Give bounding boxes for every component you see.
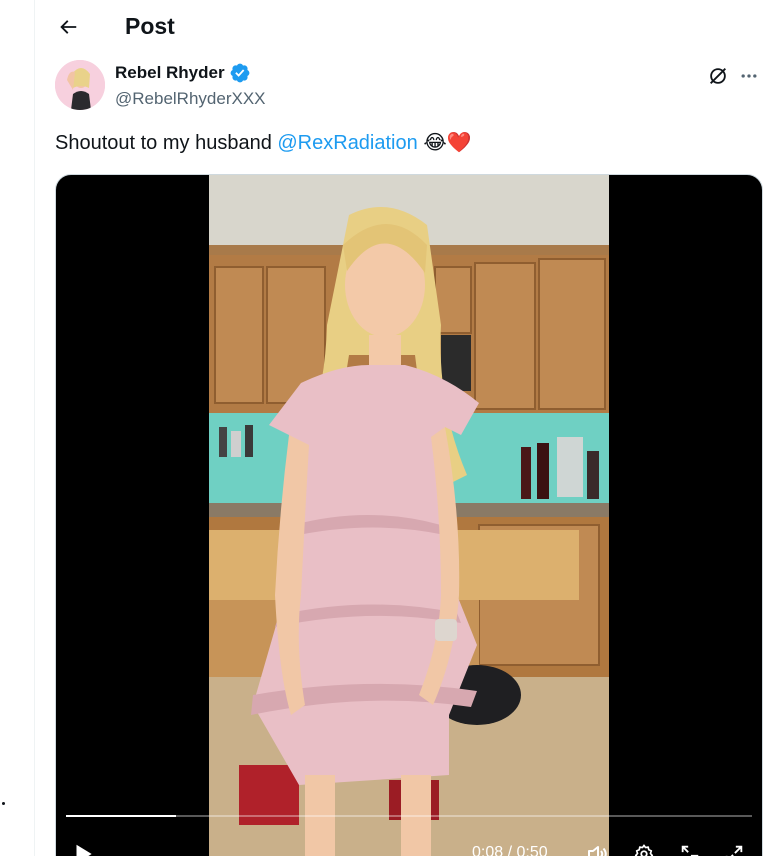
video-player[interactable]: 0:08 / 0:50: [55, 174, 763, 856]
main-column: Post Rebel Rhyder @RebelRhyderXXX Shouto…: [36, 0, 784, 856]
pip-icon: [681, 845, 699, 856]
verified-badge-icon: [230, 63, 249, 83]
grok-button[interactable]: [704, 62, 732, 90]
avatar[interactable]: [55, 60, 105, 110]
more-horizontal-icon: [741, 74, 757, 78]
video-frame: [209, 175, 609, 856]
avatar-image: [55, 60, 105, 110]
volume-button[interactable]: [583, 840, 611, 856]
post-text: Shoutout to my husband @RexRadiation 😂❤️: [55, 130, 472, 156]
grok-icon: [710, 68, 726, 84]
video-progress-bar[interactable]: [66, 815, 752, 817]
post-author: Rebel Rhyder @RebelRhyderXXX: [55, 60, 775, 114]
mention-link[interactable]: @RexRadiation: [277, 132, 417, 154]
play-button[interactable]: [70, 841, 96, 856]
picture-in-picture-button[interactable]: [676, 840, 704, 856]
play-icon: [76, 844, 92, 856]
video-still-image: [209, 175, 609, 856]
page-title: Post: [125, 13, 175, 39]
more-options-button[interactable]: [735, 62, 763, 90]
left-rail: [0, 0, 35, 856]
video-controls: 0:08 / 0:50: [56, 837, 762, 856]
post-text-body: Shoutout to my husband: [55, 132, 278, 154]
fullscreen-button[interactable]: [720, 840, 748, 856]
settings-button[interactable]: [630, 840, 658, 856]
user-handle[interactable]: @RebelRhyderXXX: [115, 88, 266, 110]
video-progress-fill: [66, 815, 176, 817]
gear-icon: [634, 844, 654, 856]
fullscreen-icon: [725, 845, 743, 856]
rail-dot: [2, 802, 5, 805]
volume-icon: [588, 846, 607, 856]
display-name[interactable]: Rebel Rhyder: [115, 62, 225, 84]
video-time: 0:08 / 0:50: [472, 844, 548, 856]
post-emojis: 😂❤️: [423, 132, 472, 154]
back-button[interactable]: [50, 9, 86, 45]
name-row: Rebel Rhyder: [115, 62, 251, 84]
post-header: Post: [36, 0, 784, 53]
arrow-left-icon: [60, 20, 77, 34]
